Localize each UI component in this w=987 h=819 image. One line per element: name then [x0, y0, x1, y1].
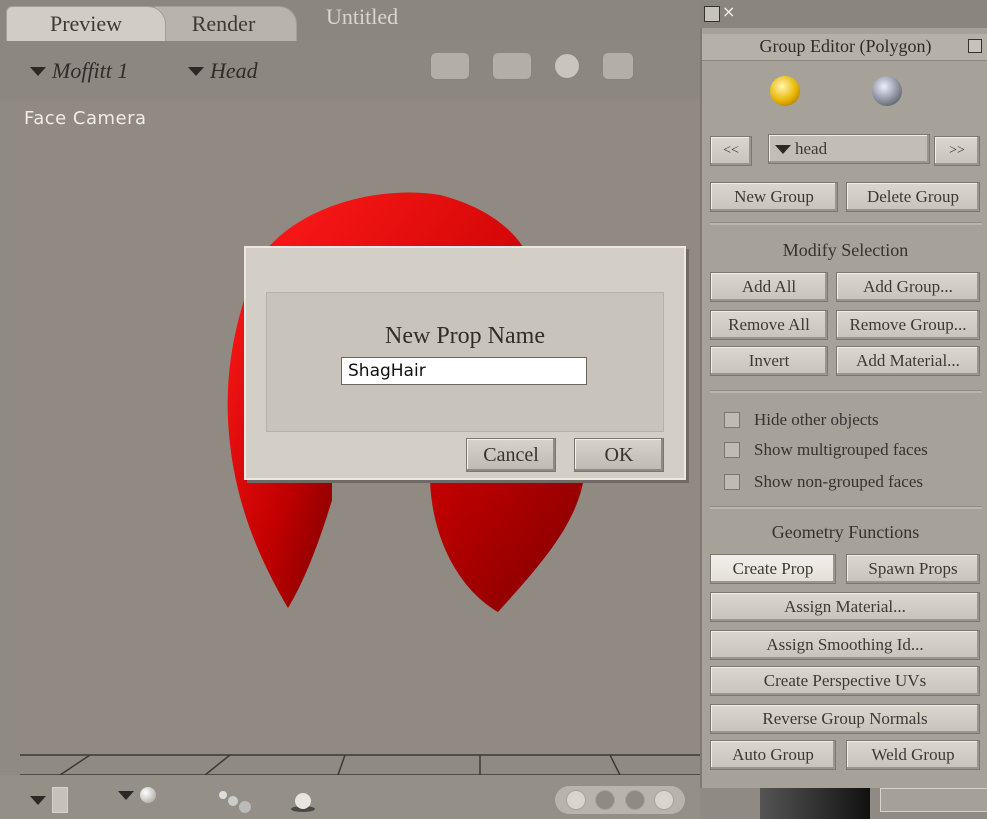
- close-icon[interactable]: ×: [722, 2, 735, 21]
- toggle-dot-icon[interactable]: [565, 790, 586, 810]
- add-group-button[interactable]: Add Group...: [836, 272, 980, 302]
- sphere-light-icon[interactable]: [288, 787, 318, 818]
- modify-selection-heading: Modify Selection: [782, 240, 909, 260]
- auto-group-button[interactable]: Auto Group: [710, 740, 836, 770]
- weld-group-button[interactable]: Weld Group: [846, 740, 980, 770]
- tab-preview[interactable]: Preview: [6, 6, 166, 41]
- remove-group-button[interactable]: Remove Group...: [836, 310, 980, 340]
- vertex-mode-icon[interactable]: [872, 76, 902, 106]
- assign-smoothing-button[interactable]: Assign Smoothing Id...: [710, 630, 980, 660]
- divider: [710, 390, 982, 393]
- panel-header-strip: ×: [700, 0, 987, 30]
- hide-other-objects-checkbox[interactable]: [724, 412, 740, 428]
- material-selector[interactable]: [118, 787, 156, 803]
- toggle-dot-icon[interactable]: [624, 790, 645, 810]
- light-selector[interactable]: [30, 787, 68, 813]
- delete-group-button[interactable]: Delete Group: [846, 182, 980, 212]
- create-perspective-uvs-button[interactable]: Create Perspective UVs: [710, 666, 980, 696]
- sphere-icon: [140, 787, 156, 803]
- group-dropdown[interactable]: head: [768, 134, 930, 164]
- ok-button[interactable]: OK: [574, 438, 664, 472]
- next-group-button[interactable]: >>: [934, 136, 980, 166]
- camera-label: Face Camera: [24, 108, 147, 129]
- show-multigrouped-label: Show multigrouped faces: [754, 440, 928, 459]
- show-multigrouped-row[interactable]: Show multigrouped faces: [724, 440, 928, 460]
- dropdown-arrow-icon: [30, 795, 46, 805]
- add-all-button[interactable]: Add All: [710, 272, 828, 302]
- divider: [710, 222, 982, 225]
- new-prop-dialog: New Prop Name Cancel OK: [244, 246, 686, 480]
- minimize-icon[interactable]: [704, 6, 720, 22]
- prop-name-input[interactable]: [341, 357, 587, 385]
- floor-grid: [20, 754, 700, 776]
- preview-thumbnail: [760, 788, 870, 819]
- spawn-props-button[interactable]: Spawn Props: [846, 554, 980, 584]
- show-nongrouped-checkbox[interactable]: [724, 474, 740, 490]
- reverse-group-normals-button[interactable]: Reverse Group Normals: [710, 704, 980, 734]
- divider: [710, 506, 982, 509]
- show-nongrouped-row[interactable]: Show non-grouped faces: [724, 472, 923, 492]
- toggle-dot-icon[interactable]: [654, 790, 675, 810]
- hide-other-objects-label: Hide other objects: [754, 410, 879, 429]
- remove-all-button[interactable]: Remove All: [710, 310, 828, 340]
- group-dropdown-value: head: [795, 139, 828, 158]
- status-field: [880, 788, 987, 812]
- prev-group-button[interactable]: <<: [710, 136, 752, 166]
- dialog-body: New Prop Name: [266, 292, 664, 432]
- group-editor-panel: Group Editor (Polygon) << head >> New Gr…: [700, 28, 987, 788]
- cancel-button[interactable]: Cancel: [466, 438, 556, 472]
- toggle-dot-icon[interactable]: [595, 790, 616, 810]
- multi-sphere-icon[interactable]: [215, 787, 255, 818]
- invert-button[interactable]: Invert: [710, 346, 828, 376]
- hide-other-objects-row[interactable]: Hide other objects: [724, 410, 879, 430]
- add-material-button[interactable]: Add Material...: [836, 346, 980, 376]
- light-swatch-icon: [52, 787, 68, 813]
- tab-render[interactable]: Render: [150, 6, 297, 41]
- show-nongrouped-label: Show non-grouped faces: [754, 472, 924, 491]
- panel-collapse-icon[interactable]: [968, 39, 982, 53]
- create-prop-button[interactable]: Create Prop: [710, 554, 836, 584]
- show-multigrouped-checkbox[interactable]: [724, 442, 740, 458]
- assign-material-button[interactable]: Assign Material...: [710, 592, 980, 622]
- polygon-mode-icon[interactable]: [770, 76, 800, 106]
- display-toggles: [555, 786, 685, 814]
- new-group-button[interactable]: New Group: [710, 182, 838, 212]
- dialog-title: New Prop Name: [385, 323, 545, 349]
- geometry-functions-heading: Geometry Functions: [771, 522, 920, 542]
- dropdown-arrow-icon: [118, 790, 134, 800]
- panel-title: Group Editor (Polygon): [702, 34, 987, 61]
- dropdown-arrow-icon: [775, 144, 791, 154]
